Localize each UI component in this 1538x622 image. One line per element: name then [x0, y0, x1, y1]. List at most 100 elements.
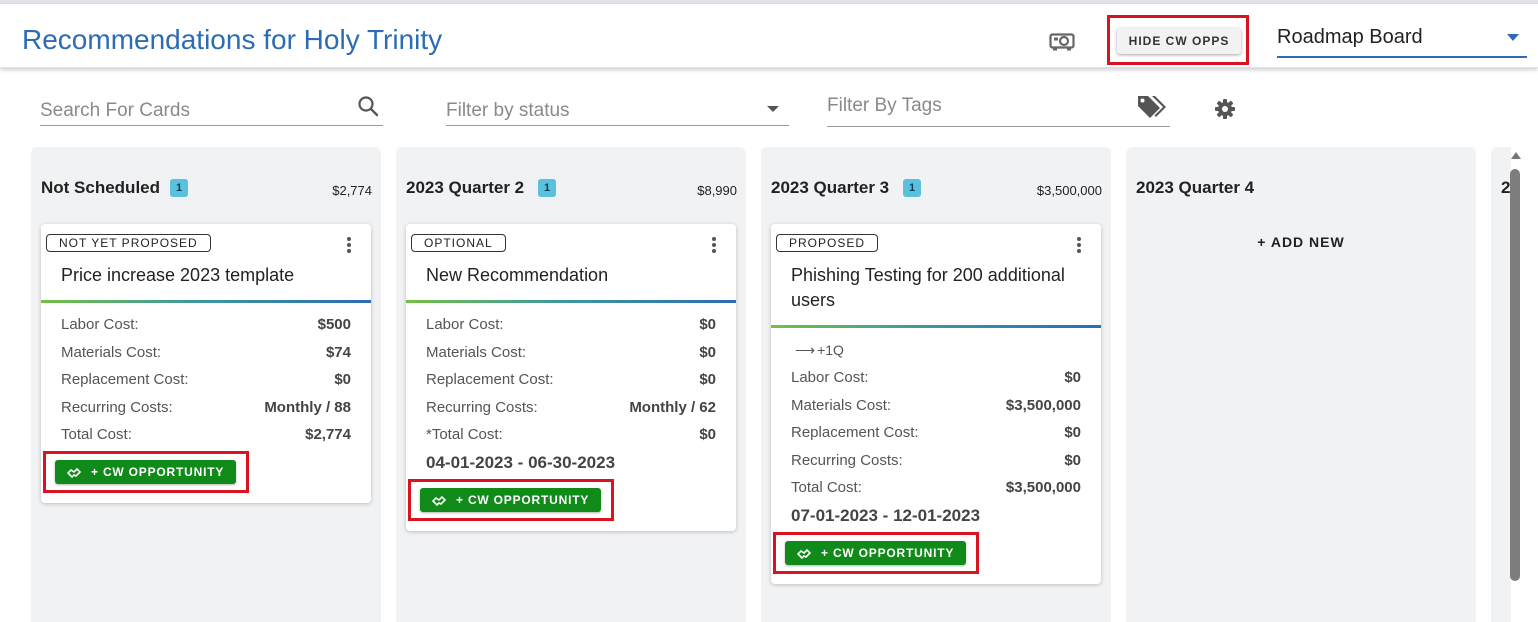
cost-label: Labor Cost: [791, 369, 869, 386]
tags-placeholder: Filter By Tags [827, 95, 942, 116]
scroll-up-icon[interactable] [1511, 152, 1521, 159]
cost-label: Recurring Costs: [61, 398, 173, 416]
cw-button-label: + CW OPPORTUNITY [821, 545, 955, 560]
cost-label: Labor Cost: [426, 316, 504, 333]
cost-value: $0 [1064, 451, 1081, 469]
hide-cw-opps-button[interactable]: HIDE CW OPPS [1117, 28, 1241, 54]
column-2023-quarter-3: 2023 Quarter 3 1 $3,500,000 PROPOSED Phi… [761, 147, 1111, 622]
arrow-right-icon: ⟶ [795, 342, 816, 358]
add-cw-opportunity-button[interactable]: + CW OPPORTUNITY [55, 459, 237, 484]
recommendation-card[interactable]: OPTIONAL New Recommendation Labor Cost: $… [406, 224, 736, 531]
cw-opportunity-highlight: + CW OPPORTUNITY [43, 450, 250, 493]
status-placeholder: Filter by status [446, 100, 570, 121]
cost-label: Replacement Cost: [61, 371, 189, 388]
search-icon[interactable] [357, 95, 379, 117]
column-2023-quarter-4: 2023 Quarter 4 + ADD NEW [1126, 147, 1476, 622]
handshake-icon [432, 495, 446, 506]
cost-value: Monthly / 62 [629, 398, 716, 416]
cost-value: $0 [1064, 369, 1081, 386]
cw-button-label: + CW OPPORTUNITY [91, 464, 225, 479]
column-count-badge: 1 [170, 179, 188, 197]
cost-value: $2,774 [305, 426, 351, 443]
cost-label: Recurring Costs: [791, 451, 903, 469]
cost-row: Replacement Cost: $0 [426, 366, 716, 394]
more-options-icon[interactable] [1076, 237, 1082, 255]
cost-row: Recurring Costs: $0 [791, 447, 1081, 475]
cw-opportunity-highlight: + CW OPPORTUNITY [773, 531, 980, 574]
cost-value: $0 [699, 371, 716, 388]
search-placeholder: Search For Cards [40, 100, 190, 121]
cost-row: Labor Cost: $0 [791, 364, 1081, 392]
column-count-badge: 1 [538, 179, 556, 197]
cost-row: Labor Cost: $500 [61, 311, 351, 339]
page-title: Recommendations for Holy Trinity [22, 24, 443, 55]
status-badge: NOT YET PROPOSED [46, 234, 211, 252]
status-badge: OPTIONAL [411, 234, 506, 252]
cost-label: Replacement Cost: [426, 371, 554, 388]
cost-value: $0 [699, 343, 716, 361]
more-options-icon[interactable] [711, 237, 717, 255]
column-title: 2023 Quarter 3 [771, 178, 890, 197]
cost-value: $74 [325, 343, 351, 361]
cw-button-label: + CW OPPORTUNITY [456, 492, 590, 507]
cost-row: Materials Cost: $0 [426, 339, 716, 367]
cost-label: Materials Cost: [791, 396, 892, 414]
cost-label: Materials Cost: [61, 343, 162, 361]
cost-row: Recurring Costs: Monthly / 88 [61, 394, 351, 422]
schedule-shift-label: +1Q [817, 342, 844, 358]
cost-label: Labor Cost: [61, 316, 139, 333]
recommendation-card[interactable]: NOT YET PROPOSED Price increase 2023 tem… [41, 224, 371, 503]
add-new-button[interactable]: + ADD NEW [1126, 234, 1476, 250]
board-select-value: Roadmap Board [1277, 26, 1423, 48]
cost-value: $3,500,000 [1005, 396, 1081, 414]
status-filter-select[interactable]: Filter by status [446, 92, 789, 126]
cost-label: Replacement Cost: [791, 424, 919, 441]
gear-icon[interactable] [1214, 98, 1236, 120]
camera-icon[interactable] [1049, 31, 1075, 51]
column-total: $2,774 [332, 183, 372, 198]
recommendation-card[interactable]: PROPOSED Phishing Testing for 200 additi… [771, 224, 1101, 584]
column-not-scheduled: Not Scheduled 1 $2,774 NOT YET PROPOSED … [31, 147, 381, 622]
cost-row: Total Cost: $2,774 [61, 421, 351, 449]
cost-row: Materials Cost: $74 [61, 339, 351, 367]
column-2023-quarter-2: 2023 Quarter 2 1 $8,990 OPTIONAL New Rec… [396, 147, 746, 622]
cost-row: Materials Cost: $3,500,000 [791, 392, 1081, 420]
search-input[interactable]: Search For Cards [40, 92, 383, 126]
tags-filter-input[interactable]: Filter By Tags [827, 90, 1170, 127]
cost-value: $0 [699, 316, 716, 333]
cost-row: Replacement Cost: $0 [61, 366, 351, 394]
column-total: $8,990 [697, 183, 737, 198]
cost-value: $500 [317, 316, 351, 333]
more-options-icon[interactable] [346, 237, 352, 255]
cost-label: Recurring Costs: [426, 398, 538, 416]
add-cw-opportunity-button[interactable]: + CW OPPORTUNITY [785, 540, 967, 565]
date-range: 07-01-2023 - 12-01-2023 [791, 505, 981, 525]
cost-row: *Total Cost: $0 [426, 421, 716, 449]
cost-label: Total Cost: [791, 479, 862, 496]
column-title: 2023 Quarter 2 [406, 178, 525, 197]
tags-icon[interactable] [1136, 93, 1170, 121]
cost-value: $0 [699, 426, 716, 443]
vertical-scrollbar[interactable] [1508, 150, 1522, 590]
handshake-icon [67, 467, 81, 478]
cost-label: Materials Cost: [426, 343, 527, 361]
cost-value: $3,500,000 [1005, 479, 1081, 496]
column-count-badge: 1 [903, 179, 921, 197]
cost-value: $0 [334, 371, 351, 388]
date-range: 04-01-2023 - 06-30-2023 [426, 452, 616, 472]
chevron-down-icon [1507, 34, 1519, 41]
cost-value: $0 [1064, 424, 1081, 441]
cost-row: Replacement Cost: $0 [791, 419, 1081, 447]
cost-label: Total Cost: [61, 426, 132, 443]
cost-row: Total Cost: $3,500,000 [791, 474, 1081, 502]
scrollbar-thumb[interactable] [1510, 169, 1520, 581]
chevron-down-icon [767, 106, 779, 112]
cw-opportunity-highlight: + CW OPPORTUNITY [408, 478, 615, 521]
cost-row: Labor Cost: $0 [426, 311, 716, 339]
status-badge: PROPOSED [776, 234, 879, 252]
add-cw-opportunity-button[interactable]: + CW OPPORTUNITY [420, 487, 602, 512]
board-select[interactable]: Roadmap Board [1277, 24, 1527, 58]
cost-value: Monthly / 88 [264, 398, 351, 416]
cost-row: Recurring Costs: Monthly / 62 [426, 394, 716, 422]
column-total: $3,500,000 [1036, 183, 1102, 198]
